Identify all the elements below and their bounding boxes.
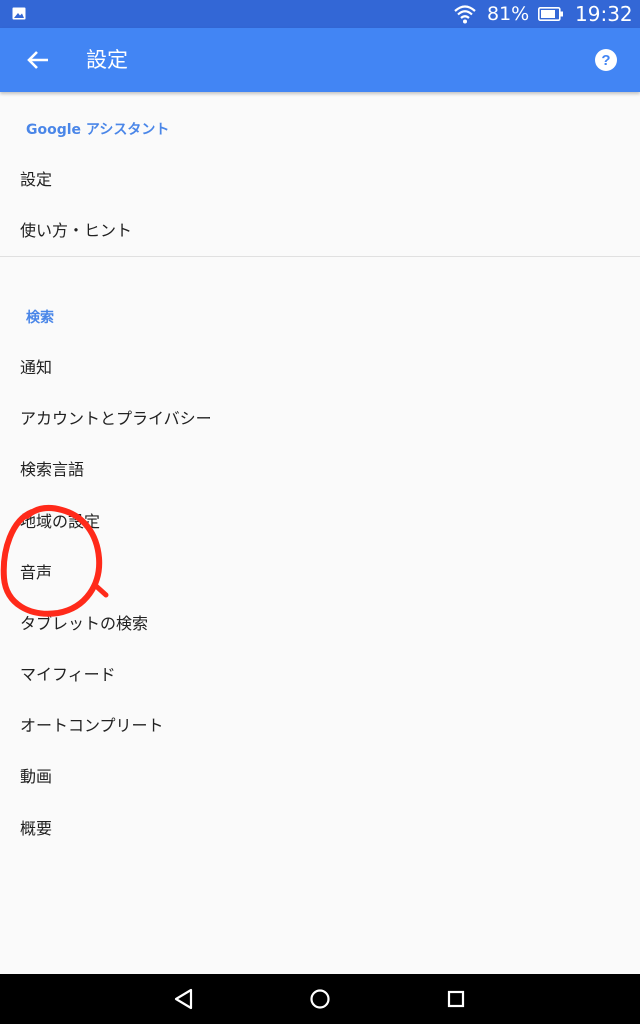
navigation-bar — [0, 974, 640, 1024]
item-label: 動画 — [20, 767, 53, 786]
home-circle-icon[interactable] — [307, 986, 333, 1012]
svg-text:?: ? — [601, 52, 610, 69]
item-label: 音声 — [20, 563, 53, 582]
item-label: 地域の設定 — [20, 512, 101, 531]
wifi-icon — [454, 5, 476, 24]
about-item[interactable]: 概要 — [0, 804, 640, 854]
recents-square-icon[interactable] — [443, 986, 469, 1012]
help-icon[interactable]: ? — [594, 48, 618, 72]
item-label: 検索言語 — [20, 460, 85, 479]
assistant-settings-item[interactable]: 設定 — [0, 155, 640, 205]
search-language-item[interactable]: 検索言語 — [0, 445, 640, 495]
video-item[interactable]: 動画 — [0, 752, 640, 802]
autocomplete-item[interactable]: オートコンプリート — [0, 701, 640, 751]
battery-percentage: 81% — [487, 3, 530, 25]
section-divider — [0, 256, 640, 257]
back-arrow-icon[interactable] — [24, 48, 52, 72]
item-label: オートコンプリート — [20, 716, 164, 735]
status-bar: 81% 19:32 — [0, 0, 640, 28]
clock: 19:32 — [575, 2, 633, 26]
page-title: 設定 — [86, 48, 128, 72]
item-label: マイフィード — [20, 665, 116, 684]
tablet-search-item[interactable]: タブレットの検索 — [0, 599, 640, 649]
my-feed-item[interactable]: マイフィード — [0, 650, 640, 700]
assistant-tips-item[interactable]: 使い方・ヒント — [0, 206, 640, 256]
account-privacy-item[interactable]: アカウントとプライバシー — [0, 394, 640, 444]
notifications-item[interactable]: 通知 — [0, 343, 640, 393]
back-triangle-icon[interactable] — [171, 986, 197, 1012]
app-bar: 設定 ? — [0, 28, 640, 92]
voice-item[interactable]: 音声 — [0, 548, 640, 598]
section-header-assistant: Google アシスタント — [26, 122, 170, 138]
section-header-search: 検索 — [26, 310, 54, 326]
gallery-icon — [12, 7, 26, 20]
item-label: 概要 — [20, 819, 53, 838]
region-settings-item[interactable]: 地域の設定 — [0, 497, 640, 547]
item-label: 設定 — [20, 170, 53, 189]
item-label: タブレットの検索 — [20, 614, 149, 633]
item-label: 使い方・ヒント — [20, 221, 133, 240]
item-label: アカウントとプライバシー — [20, 409, 212, 428]
battery-icon — [538, 7, 563, 21]
item-label: 通知 — [20, 358, 53, 377]
